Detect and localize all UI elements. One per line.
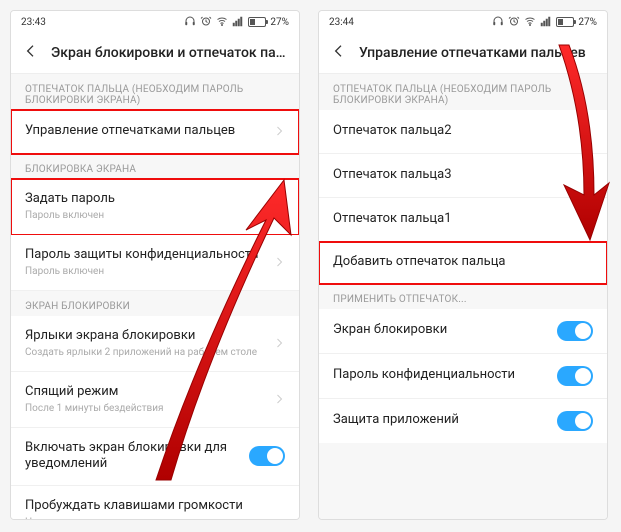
row-label: Задать пароль [25, 191, 273, 208]
toggle-on[interactable] [557, 321, 593, 341]
row-notifications-toggle[interactable]: Включать экран блокировки для уведомлени… [11, 428, 299, 487]
row-apply-privacy[interactable]: Пароль конфиденциальности [319, 354, 607, 399]
signal-icon [232, 15, 244, 30]
row-label: Ярлыки экрана блокировки [25, 328, 273, 345]
status-indicators: 27% [184, 15, 289, 30]
chevron-right-icon [581, 166, 593, 185]
phone-right: 23:44 27% Управление отпечатками пальцев… [318, 10, 608, 520]
toggle-on[interactable] [557, 366, 593, 386]
section-header-apply: ПРИМЕНИТЬ ОТПЕЧАТОК... [319, 284, 607, 309]
section-header-fingerprint: ОТПЕЧАТОК ПАЛЬЦА (НЕОБХОДИМ ПАРОЛЬ БЛОКИ… [11, 74, 299, 110]
phone-left: 23:43 27% Экран блокировки и отпечаток п… [10, 10, 300, 520]
chevron-right-icon [273, 197, 285, 216]
back-button[interactable] [23, 43, 39, 63]
status-bar: 23:44 27% [319, 11, 607, 33]
status-time: 23:44 [329, 17, 354, 28]
row-label: Отпечаток пальца3 [333, 167, 581, 184]
row-wake-volume[interactable]: Пробуждать клавишами громкости Нажатие к… [11, 486, 299, 519]
battery-icon [556, 17, 574, 27]
row-shortcuts[interactable]: Ярлыки экрана блокировки Создать ярлыки … [11, 316, 299, 372]
status-time: 23:43 [21, 17, 46, 28]
row-sublabel: Создать ярлыки 2 приложений на рабочем с… [25, 347, 273, 359]
battery-pct: 27% [270, 17, 289, 28]
row-label: Включать экран блокировки для уведомлени… [25, 440, 249, 474]
row-label: Отпечаток пальца2 [333, 123, 581, 140]
chevron-right-icon [581, 210, 593, 229]
page-title: Управление отпечатками пальцев [359, 45, 586, 61]
alarm-icon [508, 15, 520, 30]
row-label: Пароль защиты конфиденциальности [25, 247, 273, 264]
title-bar: Экран блокировки и отпечаток пальца [11, 33, 299, 74]
row-add-fingerprint[interactable]: Добавить отпечаток пальца [319, 242, 607, 284]
row-sublabel: После 1 минуты бездействия [25, 403, 273, 415]
battery-icon [248, 17, 266, 27]
status-indicators: 27% [492, 15, 597, 30]
row-fingerprint-3[interactable]: Отпечаток пальца3 [319, 154, 607, 198]
headphones-icon [184, 15, 196, 30]
section-header-fingerprint: ОТПЕЧАТОК ПАЛЬЦА (НЕОБХОДИМ ПАРОЛЬ БЛОКИ… [319, 74, 607, 110]
row-sublabel: Пароль включен [25, 266, 273, 278]
row-sublabel: Нажатие клавиш регулировки громкости в з… [25, 517, 285, 519]
chevron-right-icon [273, 253, 285, 272]
settings-content: ОТПЕЧАТОК ПАЛЬЦА (НЕОБХОДИМ ПАРОЛЬ БЛОКИ… [319, 74, 607, 519]
battery-pct: 27% [578, 17, 597, 28]
row-label: Отпечаток пальца1 [333, 211, 581, 228]
chevron-right-icon [273, 390, 285, 409]
row-sleep[interactable]: Спящий режим После 1 минуты бездействия [11, 372, 299, 428]
row-set-password[interactable]: Задать пароль Пароль включен [11, 179, 299, 235]
row-apply-lockscreen[interactable]: Экран блокировки [319, 309, 607, 354]
alarm-icon [200, 15, 212, 30]
row-label: Экран блокировки [333, 322, 557, 339]
chevron-right-icon [581, 122, 593, 141]
row-sublabel: Пароль включен [25, 210, 273, 222]
row-apply-appprotect[interactable]: Защита приложений [319, 399, 607, 443]
section-header-lockscreen: ЭКРАН БЛОКИРОВКИ [11, 291, 299, 316]
wifi-icon [216, 15, 228, 30]
row-label: Управление отпечатками пальцев [25, 123, 273, 140]
row-label: Пробуждать клавишами громкости [25, 498, 285, 515]
wifi-icon [524, 15, 536, 30]
row-manage-fingerprints[interactable]: Управление отпечатками пальцев [11, 110, 299, 154]
title-bar: Управление отпечатками пальцев [319, 33, 607, 74]
back-button[interactable] [331, 43, 347, 63]
row-label: Пароль конфиденциальности [333, 367, 557, 384]
row-fingerprint-2[interactable]: Отпечаток пальца2 [319, 110, 607, 154]
page-title: Экран блокировки и отпечаток пальца [51, 45, 287, 61]
row-label: Добавить отпечаток пальца [333, 254, 593, 271]
row-fingerprint-1[interactable]: Отпечаток пальца1 [319, 198, 607, 242]
settings-content: ОТПЕЧАТОК ПАЛЬЦА (НЕОБХОДИМ ПАРОЛЬ БЛОКИ… [11, 74, 299, 519]
row-label: Защита приложений [333, 412, 557, 429]
section-header-lock: БЛОКИРОВКА ЭКРАНА [11, 154, 299, 179]
toggle-on[interactable] [557, 411, 593, 431]
status-bar: 23:43 27% [11, 11, 299, 33]
toggle-on[interactable] [249, 446, 285, 466]
row-label: Спящий режим [25, 384, 273, 401]
chevron-right-icon [273, 122, 285, 141]
row-privacy-password[interactable]: Пароль защиты конфиденциальности Пароль … [11, 235, 299, 291]
headphones-icon [492, 15, 504, 30]
signal-icon [540, 15, 552, 30]
chevron-right-icon [273, 334, 285, 353]
